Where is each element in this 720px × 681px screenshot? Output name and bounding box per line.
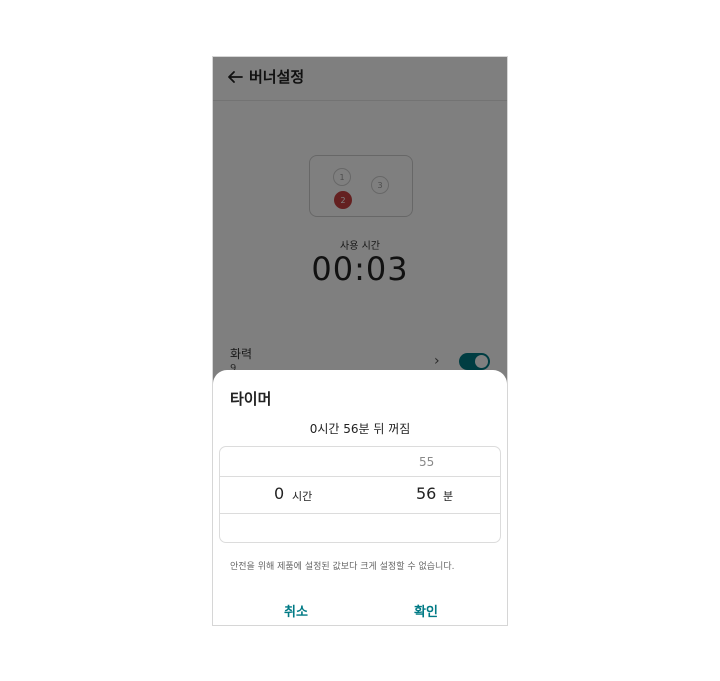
phone-screen: 버너설정 1 2 3 사용 시간 00:03 화력 9 › 타이머 0시간 56… [212,56,508,626]
picker-divider-top [220,476,500,477]
timer-summary: 0시간 56분 뒤 꺼짐 [309,422,411,436]
picker-divider-bottom [220,513,500,514]
hour-value[interactable]: 0 [274,484,284,503]
cancel-button[interactable]: 취소 [284,601,308,620]
minute-unit: 분 [443,490,454,503]
minute-previous[interactable]: 55 [419,455,434,469]
confirm-button[interactable]: 확인 [414,601,438,620]
time-picker[interactable]: 0 시간 55 56 분 [219,446,501,543]
safety-notice: 안전을 위해 제품에 설정된 값보다 크게 설정할 수 없습니다. [230,562,455,572]
hour-unit: 시간 [292,490,313,503]
minute-value[interactable]: 56 [416,484,436,503]
sheet-title: 타이머 [230,390,272,408]
timer-bottom-sheet: 타이머 0시간 56분 뒤 꺼짐 0 시간 55 56 분 안전을 위해 제품에… [213,370,507,625]
